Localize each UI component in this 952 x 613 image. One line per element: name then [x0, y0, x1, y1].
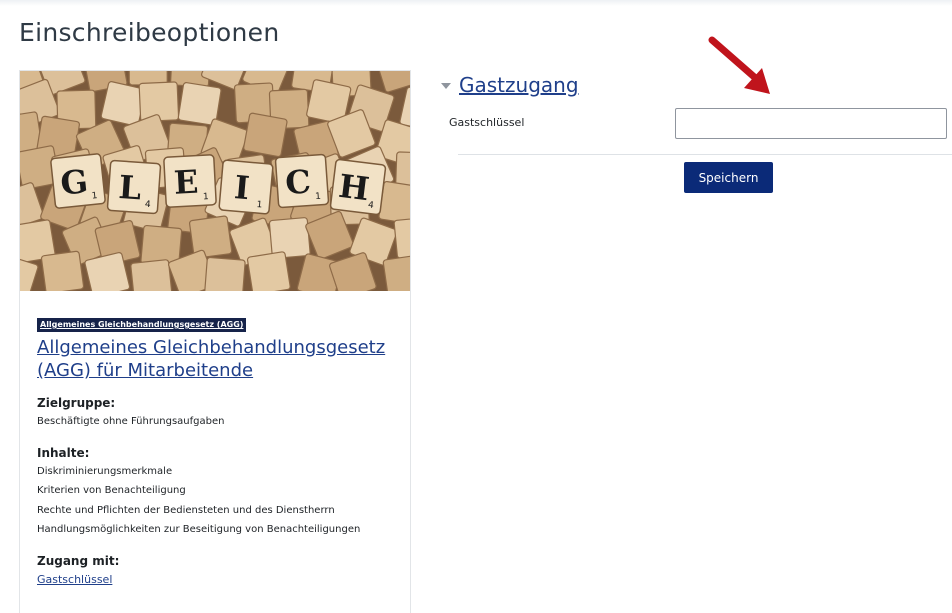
access-method-link[interactable]: Gastschlüssel: [37, 573, 112, 586]
category-badge[interactable]: Allgemeines Gleichbehandlungsgesetz (AGG…: [37, 318, 247, 332]
course-name-link[interactable]: Allgemeines Gleichbehandlungsgesetz (AGG…: [37, 336, 397, 382]
letter-tile: C1: [274, 153, 330, 209]
letter-tile: H4: [329, 158, 387, 216]
svg-text:L: L: [117, 168, 142, 207]
letter-tile: G1: [50, 153, 106, 209]
course-card: G1L4E1I1C1H4 Allgemeines Gleichbehandlun…: [19, 70, 411, 613]
svg-text:H: H: [337, 167, 372, 208]
svg-text:C: C: [284, 162, 312, 202]
contents-item: Handlungsmöglichkeiten zur Beseitigung v…: [37, 524, 361, 535]
collapse-icon[interactable]: [440, 80, 452, 92]
contents-item: Kriterien von Benachteiligung: [37, 485, 186, 496]
course-image: G1L4E1I1C1H4: [20, 71, 410, 291]
access-heading: Zugang mit:: [37, 553, 120, 568]
letter-tile: I1: [218, 159, 274, 215]
target-group-heading: Zielgruppe:: [37, 396, 116, 410]
section-title-gastzugang[interactable]: Gastzugang: [459, 73, 579, 97]
svg-text:1: 1: [203, 192, 209, 202]
guest-key-input[interactable]: [675, 108, 947, 139]
annotation-arrow-icon: [708, 36, 770, 94]
course-info: Allgemeines Gleichbehandlungsgesetz (AGG…: [37, 312, 397, 587]
contents-item: Rechte und Pflichten der Bediensteten un…: [37, 504, 335, 516]
header-shadow: [0, 0, 952, 6]
contents-heading: Inhalte:: [37, 445, 90, 460]
contents-item: Diskriminierungsmerkmale: [37, 465, 173, 477]
page-title: Einschreibeoptionen: [19, 18, 280, 47]
svg-text:G: G: [59, 162, 90, 203]
svg-text:1: 1: [91, 191, 98, 202]
svg-text:1: 1: [256, 200, 263, 210]
form-divider: [458, 154, 952, 155]
guest-key-label: Gastschlüssel: [449, 116, 525, 129]
letter-tile: L4: [106, 159, 162, 215]
svg-text:1: 1: [315, 192, 321, 202]
svg-text:4: 4: [145, 200, 152, 210]
letter-tile: E1: [163, 154, 217, 208]
svg-text:E: E: [173, 163, 199, 202]
target-group-text: Beschäftigte ohne Führungsaufgaben: [37, 416, 225, 427]
save-button[interactable]: Speichern: [684, 162, 773, 193]
